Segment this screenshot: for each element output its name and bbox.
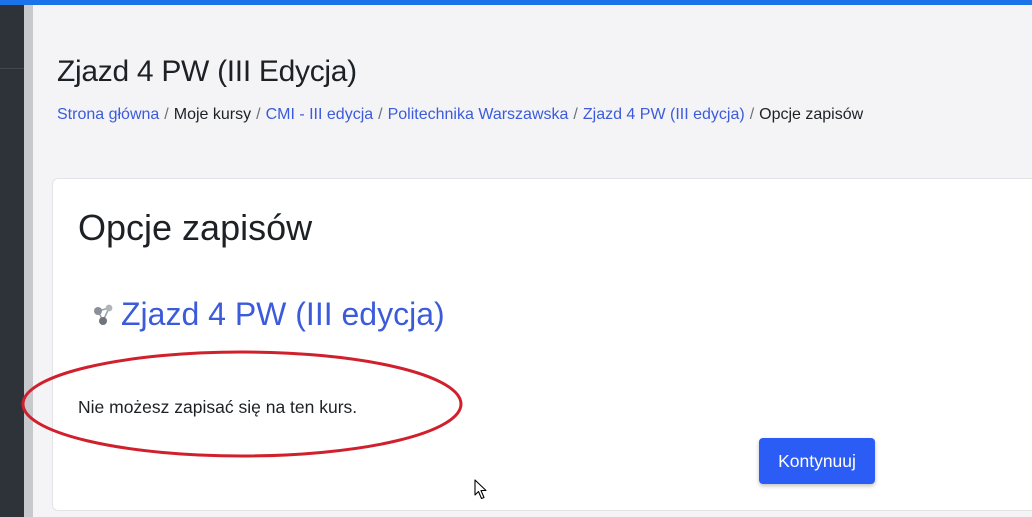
enrolment-heading: Opcje zapisów bbox=[78, 207, 313, 248]
breadcrumb-item-subcategory[interactable]: Politechnika Warszawska bbox=[373, 106, 569, 124]
breadcrumb-link-course[interactable]: Zjazd 4 PW (III edycja) bbox=[583, 106, 745, 124]
course-network-icon bbox=[94, 304, 113, 325]
enrolment-options-card: Opcje zapisów Zjazd 4 PW (III edycja) Ni… bbox=[52, 178, 1032, 511]
breadcrumb: Strona główna Moje kursy CMI - III edycj… bbox=[57, 106, 863, 124]
breadcrumb-link-category[interactable]: CMI - III edycja bbox=[266, 106, 374, 124]
mouse-pointer-icon bbox=[474, 479, 487, 500]
breadcrumb-link-subcategory[interactable]: Politechnika Warszawska bbox=[388, 106, 569, 124]
annotation-ellipse bbox=[21, 350, 463, 458]
drawer-divider bbox=[0, 68, 24, 69]
course-name-link[interactable]: Zjazd 4 PW (III edycja) bbox=[121, 296, 445, 333]
breadcrumb-item-current: Opcje zapisów bbox=[745, 106, 864, 124]
course-entry: Zjazd 4 PW (III edycja) bbox=[93, 296, 445, 333]
breadcrumb-text-current: Opcje zapisów bbox=[759, 106, 864, 123]
continue-button[interactable]: Kontynuuj bbox=[759, 438, 875, 484]
breadcrumb-item-home[interactable]: Strona główna bbox=[57, 106, 159, 124]
breadcrumb-link-home[interactable]: Strona główna bbox=[57, 106, 159, 124]
breadcrumb-item-course[interactable]: Zjazd 4 PW (III edycja) bbox=[568, 106, 745, 124]
breadcrumb-item-my-courses: Moje kursy bbox=[159, 106, 251, 124]
breadcrumb-text-my-courses: Moje kursy bbox=[173, 106, 252, 123]
breadcrumb-item-category[interactable]: CMI - III edycja bbox=[251, 106, 374, 124]
page-title: Zjazd 4 PW (III Edycja) bbox=[57, 55, 357, 88]
